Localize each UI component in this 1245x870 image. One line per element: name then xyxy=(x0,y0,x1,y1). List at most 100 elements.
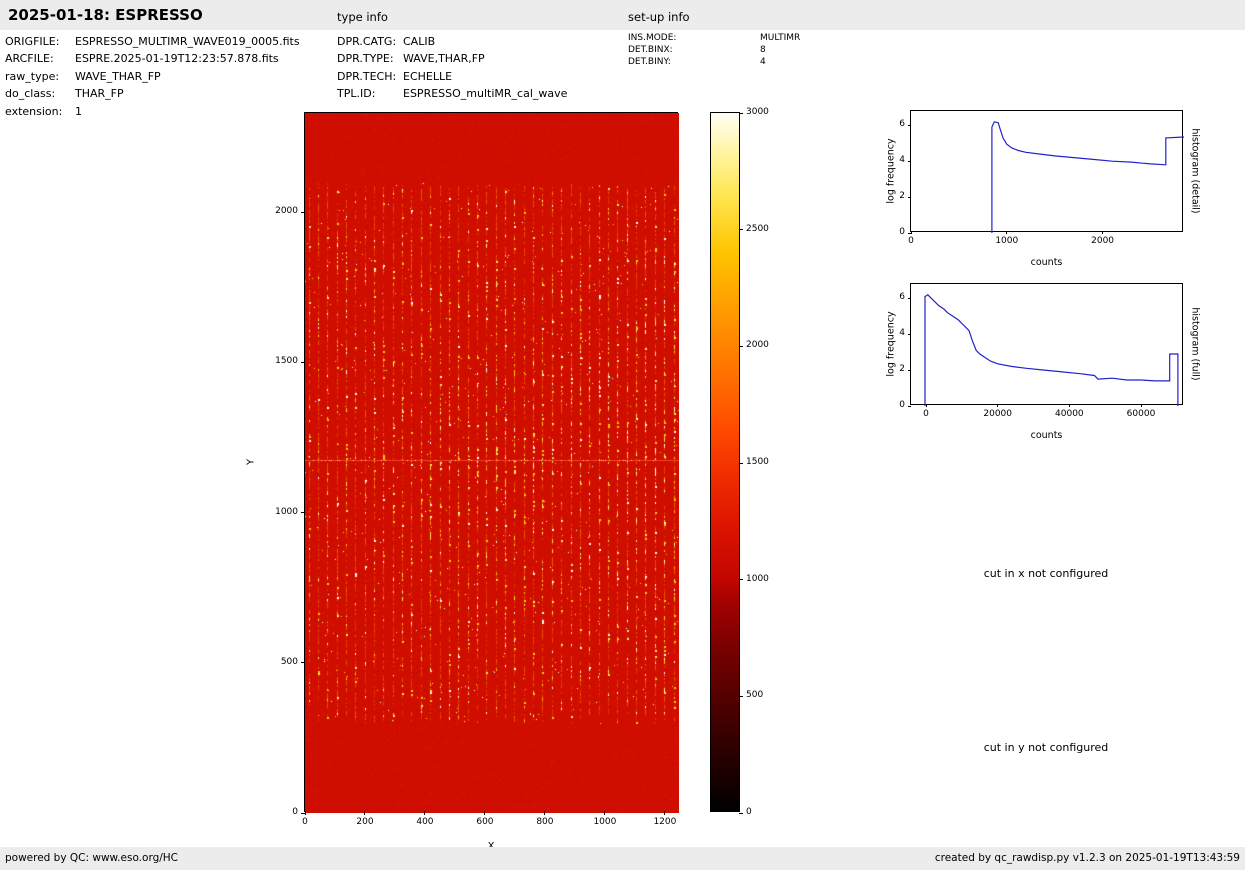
x-tick-mark xyxy=(364,811,366,815)
field-label: ORIGFILE: xyxy=(5,35,60,48)
x-tick-label: 60000 xyxy=(1126,409,1156,419)
file-info-section: ORIGFILE: ESPRESSO_MULTIMR_WAVE019_0005.f… xyxy=(5,33,300,120)
type-info-row: DPR.TECH: ECHELLE xyxy=(337,68,567,85)
y-tick-label: 1000 xyxy=(275,506,298,517)
setup-info-section: INS.MODE: MULTIMR DET.BINX: 8 DET.BINY: 4 xyxy=(628,32,800,68)
file-info-row: do_class: THAR_FP xyxy=(5,85,300,102)
raw-image-canvas xyxy=(305,113,679,813)
hist-detail-xlabel: counts xyxy=(1030,257,1063,268)
field-value: THAR_FP xyxy=(75,87,124,101)
colorbar-tick-label: 2500 xyxy=(746,223,769,234)
field-label: DPR.TYPE: xyxy=(337,52,394,66)
y-tick-mark xyxy=(301,211,305,213)
y-tick-label: 2000 xyxy=(275,206,298,217)
cut-y-message: cut in y not configured xyxy=(983,741,1109,754)
field-value: ESPRE.2025-01-19T12:23:57.878.fits xyxy=(75,52,279,66)
y-tick-mark xyxy=(301,812,305,814)
colorbar-tick-mark xyxy=(739,345,743,347)
colorbar-tick-mark xyxy=(739,229,743,231)
field-label: extension: xyxy=(5,104,63,118)
setup-info-heading: set-up info xyxy=(628,10,690,24)
footer-left-text: powered by QC: www.eso.org/HC xyxy=(5,852,179,864)
x-tick-mark xyxy=(484,811,486,815)
file-info-row: ORIGFILE: ESPRESSO_MULTIMR_WAVE019_0005.f… xyxy=(5,33,300,50)
x-tick-label: 1200 xyxy=(653,817,677,827)
x-tick-mark xyxy=(604,811,606,815)
colorbar-tick-label: 2000 xyxy=(746,340,769,351)
histogram-full-path xyxy=(924,294,1179,406)
header-bar: 2025-01-18: ESPRESSO type info set-up in… xyxy=(0,0,1245,30)
colorbar-tick-mark xyxy=(739,579,743,581)
field-value: WAVE_THAR_FP xyxy=(75,69,161,83)
field-value: 4 xyxy=(760,57,766,67)
file-info-row: raw_type: WAVE_THAR_FP xyxy=(5,68,300,85)
x-tick-mark xyxy=(664,811,666,815)
field-label: do_class: xyxy=(5,87,56,101)
hist-detail-right-label: histogram (detail) xyxy=(1189,128,1201,214)
field-value: MULTIMR xyxy=(760,33,801,43)
type-info-row: TPL.ID: ESPRESSO_multiMR_cal_wave xyxy=(337,85,567,102)
hist-full-xlabel: counts xyxy=(1030,430,1063,441)
colorbar-tick-label: 3000 xyxy=(746,107,769,117)
colorbar-tick-mark xyxy=(739,695,743,697)
field-value: ESPRESSO_MULTIMR_WAVE019_0005.fits xyxy=(75,35,300,48)
cut-x-message: cut in x not configured xyxy=(983,567,1109,580)
y-tick-label: 6 xyxy=(899,292,905,303)
colorbar-tick-label: 0 xyxy=(746,807,752,817)
x-tick-label: 0 xyxy=(923,409,929,419)
field-value: WAVE,THAR,FP xyxy=(403,52,485,66)
y-tick-label: 6 xyxy=(899,119,905,130)
hist-detail-ylabel: log frequency xyxy=(885,138,897,204)
y-tick-label: 0 xyxy=(292,807,298,817)
x-tick-label: 0 xyxy=(302,817,308,827)
field-value: ESPRESSO_multiMR_cal_wave xyxy=(403,87,568,101)
field-value: 8 xyxy=(760,45,766,55)
field-value: 1 xyxy=(75,104,82,118)
setup-info-row: INS.MODE: MULTIMR xyxy=(628,32,800,44)
field-value: ECHELLE xyxy=(403,69,453,83)
setup-info-row: DET.BINY: 4 xyxy=(628,56,800,68)
type-info-heading: type info xyxy=(337,10,388,24)
histogram-detail-line xyxy=(991,121,1184,233)
hist-full-right-label: histogram (full) xyxy=(1189,307,1201,381)
x-tick-label: 2000 xyxy=(1091,236,1115,246)
setup-info-row: DET.BINX: 8 xyxy=(628,44,800,56)
colorbar-tick-mark xyxy=(739,112,743,114)
y-tick-label: 0 xyxy=(899,227,905,237)
field-label: DPR.TECH: xyxy=(337,69,397,83)
type-info-row: DPR.TYPE: WAVE,THAR,FP xyxy=(337,50,567,67)
y-tick-label: 1500 xyxy=(275,356,298,367)
footer-bar: powered by QC: www.eso.org/HC created by… xyxy=(0,847,1245,870)
x-tick-label: 40000 xyxy=(1055,409,1084,419)
x-tick-label: 600 xyxy=(476,817,494,827)
field-label: INS.MODE: xyxy=(628,33,677,43)
page-title: 2025-01-18: ESPRESSO xyxy=(8,6,203,24)
x-tick-label: 0 xyxy=(908,236,914,246)
file-info-row: extension: 1 xyxy=(5,103,300,120)
histogram-full-line xyxy=(924,294,1179,406)
x-tick-label: 1000 xyxy=(995,236,1019,246)
field-value: CALIB xyxy=(403,35,436,48)
field-label: ARCFILE: xyxy=(5,52,54,66)
y-tick-label: 4 xyxy=(899,328,905,339)
field-label: raw_type: xyxy=(5,69,60,83)
y-tick-mark xyxy=(301,512,305,514)
x-tick-label: 200 xyxy=(356,817,374,827)
y-tick-label: 500 xyxy=(280,656,298,667)
field-label: DET.BINX: xyxy=(628,45,673,55)
x-tick-mark xyxy=(424,811,426,815)
histogram-detail-path xyxy=(991,121,1184,233)
y-axis-label: Y xyxy=(245,458,257,466)
y-tick-label: 4 xyxy=(899,155,905,166)
y-tick-label: 2 xyxy=(899,364,905,375)
colorbar-tick-mark xyxy=(739,462,743,464)
colorbar-tick-label: 1500 xyxy=(746,457,769,467)
colorbar: 0 500 1000 1500 2000 2500 3000 xyxy=(710,107,769,817)
field-label: DPR.CATG: xyxy=(337,35,397,48)
x-tick-label: 400 xyxy=(416,817,434,827)
x-tick-label: 800 xyxy=(536,817,554,827)
colorbar-tick-mark xyxy=(739,812,743,814)
y-tick-mark xyxy=(301,361,305,363)
y-tick-label: 0 xyxy=(899,400,905,410)
histogram-full-plot: log frequency histogram (full) counts 0 2… xyxy=(886,283,1201,441)
